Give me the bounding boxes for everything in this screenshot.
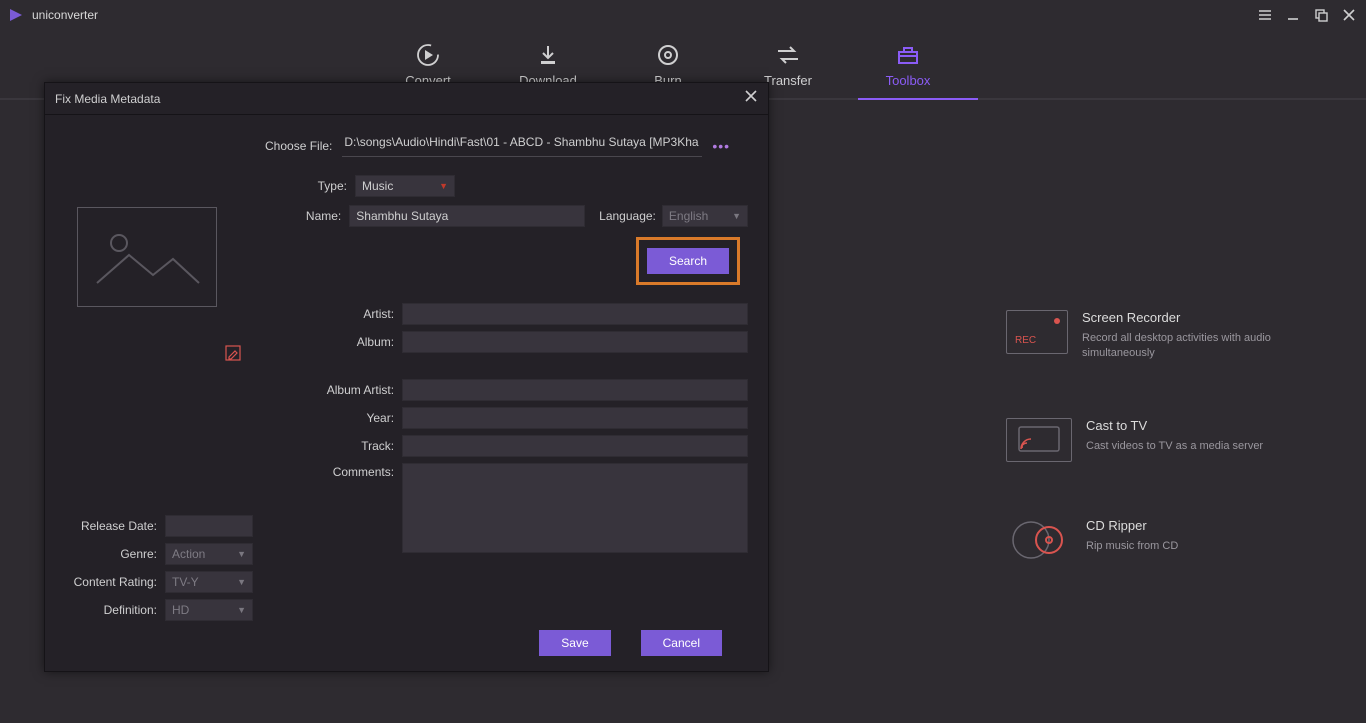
card-text: Cast to TV Cast videos to TV as a media … (1086, 418, 1263, 462)
titlebar-left: uniconverter (8, 7, 98, 23)
genre-value: Action (172, 547, 205, 561)
definition-value: HD (172, 603, 189, 617)
card-cd-ripper[interactable]: CD Ripper Rip music from CD (1006, 518, 1286, 562)
card-desc: Cast videos to TV as a media server (1086, 439, 1263, 454)
genre-label: Genre: (57, 547, 165, 561)
release-date-input[interactable] (165, 515, 253, 537)
card-text: CD Ripper Rip music from CD (1086, 518, 1178, 562)
year-label: Year: (271, 411, 402, 425)
dialog-title: Fix Media Metadata (55, 92, 160, 106)
cancel-button[interactable]: Cancel (641, 630, 722, 656)
year-input[interactable] (402, 407, 748, 429)
maximize-icon[interactable] (1312, 6, 1330, 24)
artist-label: Artist: (271, 307, 402, 321)
definition-label: Definition: (57, 603, 165, 617)
artist-input[interactable] (402, 303, 748, 325)
metadata-form: Type: Music ▼ Name: Language: English ▼ … (271, 175, 748, 559)
search-button[interactable]: Search (647, 248, 729, 274)
card-title: Cast to TV (1086, 418, 1263, 433)
browse-file-button[interactable]: ••• (712, 138, 730, 154)
cd-ripper-icon (1006, 518, 1072, 562)
save-button[interactable]: Save (539, 630, 610, 656)
track-label: Track: (271, 439, 402, 453)
app-title: uniconverter (32, 8, 98, 22)
minimize-icon[interactable] (1284, 6, 1302, 24)
edit-artwork-icon[interactable] (225, 345, 241, 366)
artwork-panel (57, 187, 257, 307)
window-controls (1256, 6, 1358, 24)
search-row: Search (271, 237, 748, 285)
choose-file-label: Choose File: (265, 139, 332, 153)
card-text: Screen Recorder Record all desktop activ… (1082, 310, 1286, 362)
album-artist-label: Album Artist: (271, 383, 402, 397)
name-row: Name: Language: English ▼ (271, 205, 748, 227)
tab-label: Transfer (764, 73, 812, 88)
tab-label: Toolbox (886, 73, 931, 88)
album-input[interactable] (402, 331, 748, 353)
language-select[interactable]: English ▼ (662, 205, 748, 227)
app-logo-icon (8, 7, 24, 23)
dialog-body: Choose File: D:\songs\Audio\Hindi\Fast\0… (45, 115, 768, 615)
album-artist-input[interactable] (402, 379, 748, 401)
artwork-placeholder[interactable] (77, 207, 217, 307)
choose-file-row: Choose File: D:\songs\Audio\Hindi\Fast\0… (265, 135, 748, 157)
language-value: English (669, 209, 708, 223)
genre-select[interactable]: Action ▼ (165, 543, 253, 565)
transfer-icon (775, 43, 801, 67)
type-label: Type: (271, 179, 355, 193)
content-rating-label: Content Rating: (57, 575, 165, 589)
chevron-down-icon: ▼ (732, 211, 741, 221)
convert-icon (415, 43, 441, 67)
comments-input[interactable] (402, 463, 748, 553)
chevron-down-icon: ▼ (439, 181, 448, 191)
chevron-down-icon: ▼ (237, 549, 246, 559)
titlebar: uniconverter (0, 0, 1366, 30)
type-select[interactable]: Music ▼ (355, 175, 455, 197)
card-desc: Rip music from CD (1086, 539, 1178, 554)
fix-media-metadata-dialog: Fix Media Metadata Choose File: D:\songs… (44, 82, 769, 672)
name-label: Name: (271, 209, 349, 223)
screen-recorder-icon: REC (1006, 310, 1068, 354)
chevron-down-icon: ▼ (237, 605, 246, 615)
download-icon (536, 43, 560, 67)
close-icon[interactable] (1340, 6, 1358, 24)
dialog-close-icon[interactable] (744, 89, 758, 108)
search-highlight-frame: Search (636, 237, 740, 285)
comments-label: Comments: (271, 463, 402, 479)
card-desc: Record all desktop activities with audio… (1082, 331, 1286, 362)
card-cast-to-tv[interactable]: Cast to TV Cast videos to TV as a media … (1006, 418, 1286, 462)
left-lower-form: Release Date: Genre: Action ▼ Content Ra… (57, 515, 267, 627)
card-title: CD Ripper (1086, 518, 1178, 533)
menu-icon[interactable] (1256, 6, 1274, 24)
file-path-display: D:\songs\Audio\Hindi\Fast\01 - ABCD - Sh… (342, 135, 702, 157)
burn-icon (656, 43, 680, 67)
language-label: Language: (599, 209, 656, 223)
content-rating-select[interactable]: TV-Y ▼ (165, 571, 253, 593)
svg-text:REC: REC (1015, 335, 1036, 346)
dialog-header: Fix Media Metadata (45, 83, 768, 115)
card-screen-recorder[interactable]: REC Screen Recorder Record all desktop a… (1006, 310, 1286, 362)
meta-rows: Artist: Album: Album Artist: Year: (271, 303, 748, 553)
cast-tv-icon (1006, 418, 1072, 462)
release-date-label: Release Date: (57, 519, 165, 533)
track-input[interactable] (402, 435, 748, 457)
name-input[interactable] (349, 205, 585, 227)
type-row: Type: Music ▼ (271, 175, 748, 197)
definition-select[interactable]: HD ▼ (165, 599, 253, 621)
toolbox-right-column: REC Screen Recorder Record all desktop a… (1006, 310, 1286, 562)
tab-toolbox[interactable]: Toolbox (848, 43, 968, 98)
chevron-down-icon: ▼ (237, 577, 246, 587)
card-title: Screen Recorder (1082, 310, 1286, 325)
album-label: Album: (271, 335, 402, 349)
toolbox-icon (896, 43, 920, 67)
type-value: Music (362, 179, 393, 193)
content-rating-value: TV-Y (172, 575, 199, 589)
